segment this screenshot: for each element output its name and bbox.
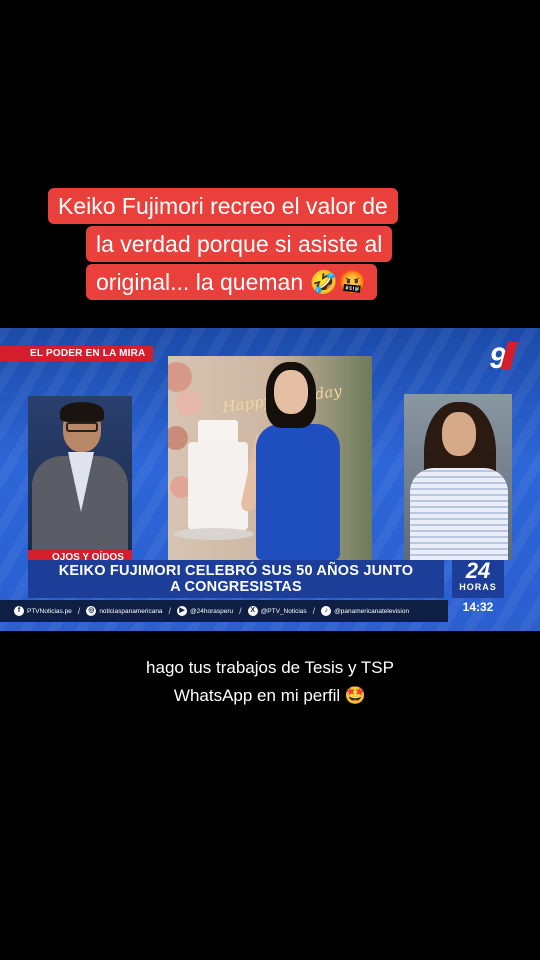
- separator: /: [168, 606, 172, 616]
- separator: /: [77, 606, 81, 616]
- social-item-tiktok: ♪ @panamericanatelevision: [321, 606, 409, 616]
- bottom-caption-line-2: WhatsApp en mi perfil 🤩: [173, 686, 367, 705]
- facebook-icon: f: [14, 606, 24, 616]
- balloon: [176, 390, 202, 416]
- program-logo-label: HORAS: [459, 582, 497, 592]
- separator: /: [312, 606, 316, 616]
- bottom-caption: hago tus trabajos de Tesis y TSP WhatsAp…: [0, 654, 540, 710]
- cake: [188, 442, 248, 530]
- tiktok-icon: ♪: [321, 606, 332, 616]
- broadcast-clock: 14:32: [462, 600, 494, 614]
- social-handle: noticiaspanamericana: [99, 607, 163, 615]
- headline-line-1: KEIKO FUJIMORI CELEBRÓ SUS 50 AÑOS JUNTO: [58, 563, 414, 579]
- social-handles-bar: f PTVNoticias.pe / ◎ noticiaspanamerican…: [0, 600, 448, 622]
- birthday-photo-panel: Happy Birthday: [168, 356, 372, 560]
- reporter-glasses: [66, 422, 98, 432]
- program-logo-number: 24: [465, 558, 491, 583]
- social-handle: PTVNoticias.pe: [27, 607, 72, 615]
- reporter-hair: [60, 402, 104, 422]
- caption-line-2: la verdad porque si asiste al: [86, 226, 393, 262]
- news-broadcast-frame: EL PODER EN LA MIRA 9 Happy Birthday OJO…: [0, 328, 540, 631]
- cake-stand: [174, 528, 254, 540]
- social-item-youtube: ▶ @24horasperu: [177, 606, 233, 616]
- top-caption: Keiko Fujimori recreo el valor de la ver…: [48, 186, 476, 310]
- social-handle: @24horasperu: [190, 607, 234, 615]
- headline-line-2: A CONGRESISTAS: [170, 579, 302, 595]
- instagram-icon: ◎: [86, 606, 97, 616]
- anchor-face: [442, 412, 476, 456]
- anchor-video-panel: [404, 394, 512, 560]
- segment-tag: EL PODER EN LA MIRA: [0, 346, 154, 361]
- bottom-caption-line-1: hago tus trabajos de Tesis y TSP: [146, 658, 394, 677]
- social-handle: @panamericanatelevision: [334, 607, 410, 615]
- social-item-instagram: ◎ noticiaspanamericana: [86, 606, 163, 616]
- headline-banner: KEIKO FUJIMORI CELEBRÓ SUS 50 AÑOS JUNTO…: [28, 560, 444, 598]
- reporter-video-panel: [28, 396, 132, 556]
- caption-line-3: original... la queman 🤣🤬: [86, 264, 377, 300]
- youtube-icon: ▶: [177, 606, 188, 616]
- separator: /: [239, 606, 242, 616]
- blue-dress: [256, 424, 340, 560]
- headline-text: KEIKO FUJIMORI CELEBRÓ SUS 50 AÑOS JUNTO…: [28, 563, 444, 595]
- social-item-x: X @PTV_Noticias: [247, 606, 307, 616]
- caption-line-1: Keiko Fujimori recreo el valor de: [48, 188, 398, 224]
- channel-logo: 9: [489, 342, 506, 375]
- x-icon: X: [247, 606, 258, 616]
- social-item-facebook: f PTVNoticias.pe: [14, 606, 72, 616]
- social-handle: @PTV_Noticias: [260, 607, 307, 615]
- woman-face: [274, 370, 308, 414]
- anchor-plaid-top: [410, 468, 508, 560]
- program-logo: 24 HORAS: [452, 560, 504, 598]
